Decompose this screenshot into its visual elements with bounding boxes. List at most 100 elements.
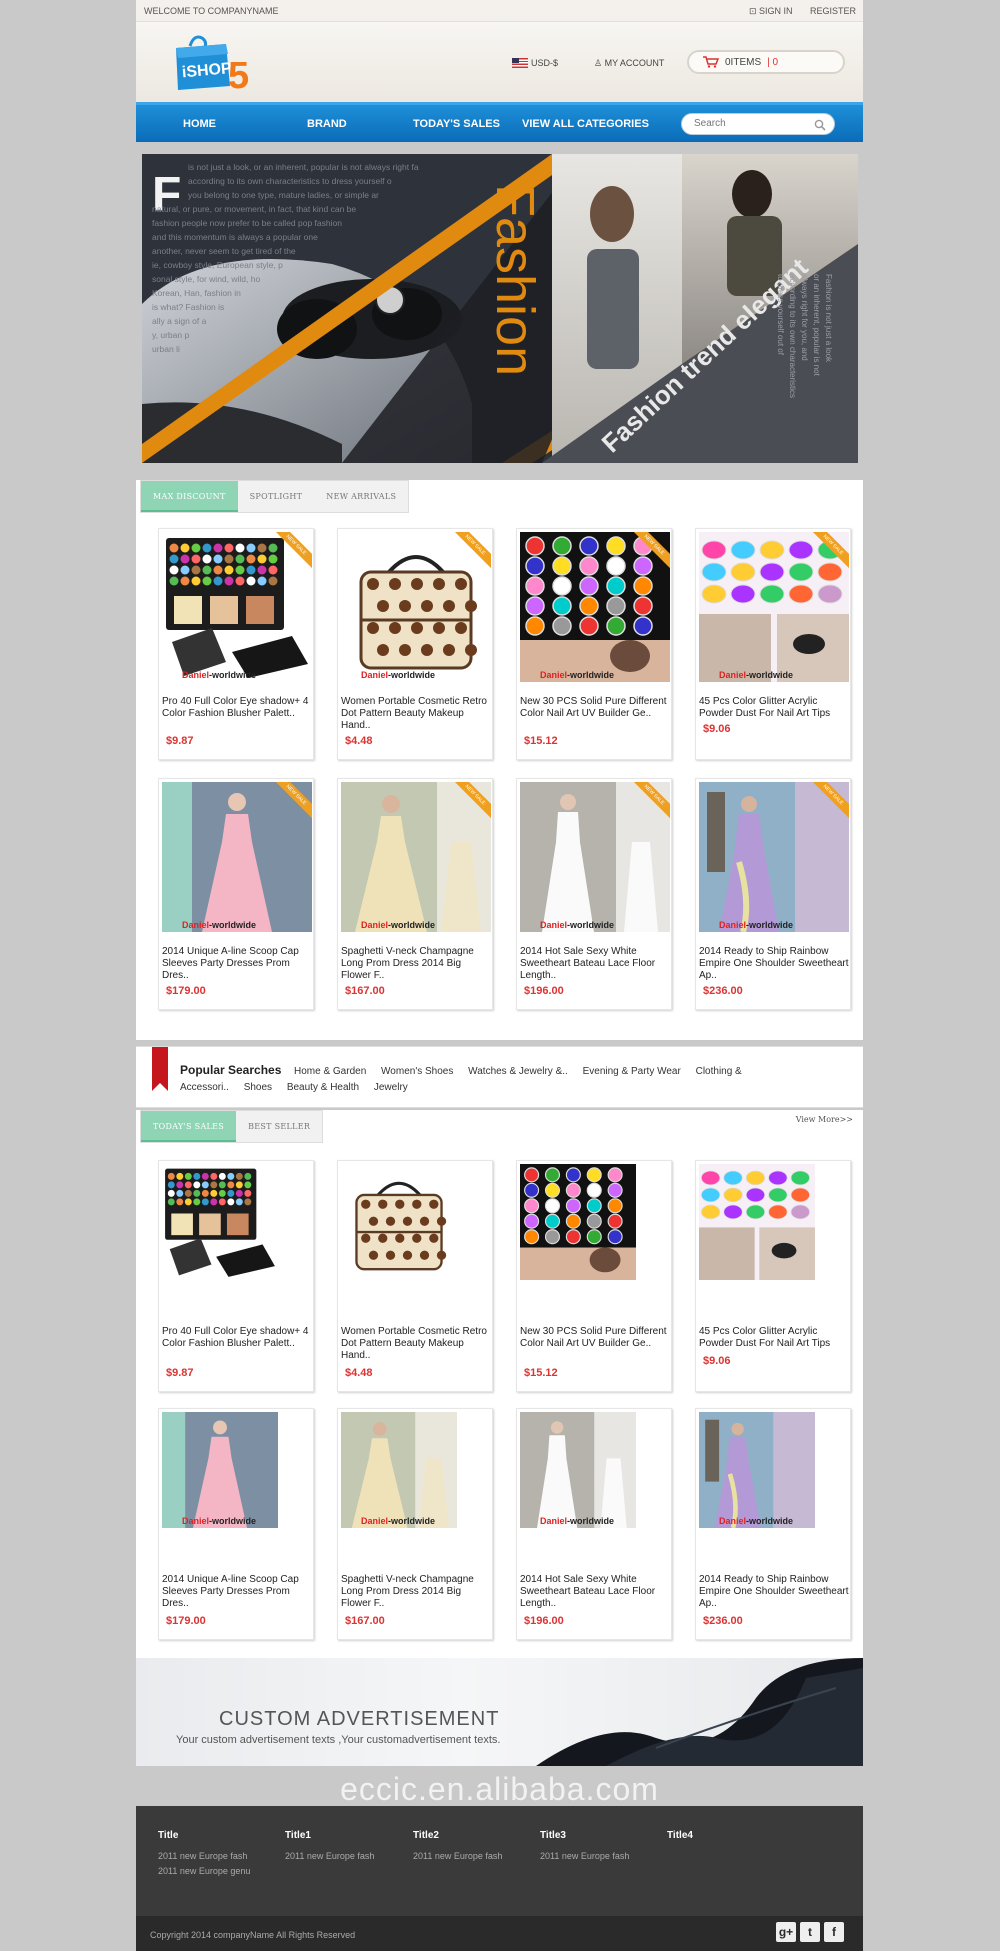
sign-in-link[interactable]: ⊡ SIGN IN <box>749 6 793 17</box>
banner-text-line: Korean, Han, fashion in <box>152 288 241 298</box>
facebook-icon[interactable]: f <box>824 1922 844 1942</box>
product-image[interactable]: Daniel-worldwide NEW SALE <box>699 532 849 682</box>
product-title[interactable]: 2014 Hot Sale Sexy White Sweetheart Bate… <box>520 946 670 982</box>
brand-watermark: Daniel-worldwide <box>719 1516 793 1526</box>
product-title[interactable]: 2014 Ready to Ship Rainbow Empire One Sh… <box>699 1574 849 1610</box>
popular-tag[interactable]: Home & Garden <box>294 1066 366 1077</box>
popular-tag[interactable]: Shoes <box>244 1082 272 1093</box>
register-link[interactable]: REGISTER <box>810 6 856 16</box>
popular-tag[interactable]: Evening & Party Wear <box>583 1066 681 1077</box>
cart-button[interactable]: 0ITEMS | 0 <box>687 50 845 74</box>
product-image[interactable]: Daniel-worldwide NEW SALE <box>162 782 312 932</box>
product-image[interactable]: Daniel-worldwide <box>341 1412 457 1528</box>
google-plus-icon[interactable]: g+ <box>776 1922 796 1942</box>
product-image[interactable]: Daniel-worldwide <box>520 1412 636 1528</box>
product-image[interactable]: Daniel-worldwide <box>162 1412 278 1528</box>
banner-text-line: you belong to one type, mature ladies, o… <box>188 190 379 200</box>
banner-fashion-word: Fashion <box>485 184 545 376</box>
product-image[interactable]: Daniel-worldwide NEW SALE <box>520 782 670 932</box>
product-title[interactable]: 2014 Unique A-line Scoop Cap Sleeves Par… <box>162 946 312 982</box>
product-card[interactable]: Daniel-worldwide NEW SALE 2014 Ready to Sh… <box>695 778 851 1010</box>
site-footer: Title 2011 new Europe fash 2011 new Euro… <box>136 1806 863 1916</box>
product-image[interactable]: Daniel-worldwide NEW SALE <box>699 782 849 932</box>
product-card[interactable]: Women Portable Cosmetic Retro Dot Patter… <box>337 1160 493 1392</box>
product-photo <box>520 532 670 682</box>
footer-link[interactable]: 2011 new Europe genu <box>158 1864 284 1879</box>
product-title[interactable]: Women Portable Cosmetic Retro Dot Patter… <box>341 1326 491 1362</box>
us-flag-icon <box>512 58 528 68</box>
product-card[interactable]: Daniel-worldwide NEW SALE 45 Pcs Color Gli… <box>695 528 851 760</box>
product-image[interactable]: Daniel-worldwide <box>699 1412 815 1528</box>
product-title[interactable]: Spaghetti V-neck Champagne Long Prom Dre… <box>341 946 491 982</box>
footer-link[interactable]: 2011 new Europe fash <box>285 1849 411 1864</box>
tab-todays-sales[interactable]: TODAY'S SALES <box>141 1111 237 1142</box>
product-title[interactable]: Pro 40 Full Color Eye shadow+ 4 Color Fa… <box>162 696 312 720</box>
banner-text-line: ie, cowboy style, European style, p <box>152 260 283 270</box>
product-image[interactable]: Daniel-worldwide NEW SALE <box>341 532 491 682</box>
shop-logo[interactable]: iSHOP 5 <box>168 32 252 97</box>
search-icon[interactable] <box>814 119 826 131</box>
popular-tag[interactable]: Beauty & Health <box>287 1082 359 1093</box>
view-more-link[interactable]: View More>> <box>796 1115 853 1124</box>
product-title[interactable]: 45 Pcs Color Glitter Acrylic Powder Dust… <box>699 1326 849 1350</box>
product-image[interactable] <box>520 1164 636 1280</box>
brand-watermark: Daniel-worldwide <box>540 920 614 930</box>
my-account-label: MY ACCOUNT <box>604 58 665 68</box>
product-card[interactable]: Daniel-worldwide 2014 Unique A-line Scoop… <box>158 1408 314 1640</box>
tab-best-seller[interactable]: BEST SELLER <box>236 1111 322 1142</box>
product-image[interactable]: Daniel-worldwide NEW SALE <box>162 532 312 682</box>
product-card[interactable]: Daniel-worldwide NEW SALE New 30 PCS Solid… <box>516 528 672 760</box>
footer-link[interactable]: 2011 new Europe fash <box>413 1849 539 1864</box>
product-price: $4.48 <box>345 1367 373 1379</box>
search-box <box>681 113 835 135</box>
product-card[interactable]: Daniel-worldwide Spaghetti V-neck Champag… <box>337 1408 493 1640</box>
product-title[interactable]: 45 Pcs Color Glitter Acrylic Powder Dust… <box>699 696 849 720</box>
hero-banner[interactable]: Fashion Fashion trend elegant F is not j… <box>142 154 858 463</box>
product-card[interactable]: Daniel-worldwide NEW SALE Women Portable C… <box>337 528 493 760</box>
product-card[interactable]: Daniel-worldwide 2014 Ready to Ship Rainb… <box>695 1408 851 1640</box>
nav-todays-sales[interactable]: TODAY'S SALES <box>413 118 500 130</box>
product-image[interactable] <box>162 1164 278 1280</box>
brand-watermark: Daniel-worldwide <box>540 1516 614 1526</box>
popular-tag[interactable]: Jewelry <box>374 1082 408 1093</box>
tab-max-discount[interactable]: MAX DISCOUNT <box>141 481 238 512</box>
tab-spotlight[interactable]: SPOTLIGHT <box>238 481 315 512</box>
nav-view-all-categories[interactable]: VIEW ALL CATEGORIES <box>522 118 649 130</box>
product-image[interactable] <box>699 1164 815 1280</box>
product-image[interactable]: Daniel-worldwide NEW SALE <box>341 782 491 932</box>
product-photo <box>520 1164 636 1280</box>
search-input[interactable] <box>694 118 804 129</box>
custom-ad-banner[interactable]: CUSTOM ADVERTISEMENT Your custom adverti… <box>136 1658 863 1766</box>
brand-suffix: -worldwide <box>567 1516 615 1526</box>
product-title[interactable]: 2014 Unique A-line Scoop Cap Sleeves Par… <box>162 1574 312 1610</box>
currency-selector[interactable]: USD-$ <box>512 58 558 68</box>
tab-new-arrivals[interactable]: NEW ARRIVALS <box>314 481 408 512</box>
product-card[interactable]: Daniel-worldwide NEW SALE Spaghetti V-neck… <box>337 778 493 1010</box>
product-title[interactable]: Spaghetti V-neck Champagne Long Prom Dre… <box>341 1574 491 1610</box>
product-card[interactable]: Daniel-worldwide NEW SALE 2014 Unique A-li… <box>158 778 314 1010</box>
product-card[interactable]: Daniel-worldwide NEW SALE 2014 Hot Sale Se… <box>516 778 672 1010</box>
product-image[interactable] <box>341 1164 457 1280</box>
product-title[interactable]: 2014 Ready to Ship Rainbow Empire One Sh… <box>699 946 849 982</box>
product-card[interactable]: 45 Pcs Color Glitter Acrylic Powder Dust… <box>695 1160 851 1392</box>
product-card[interactable]: Pro 40 Full Color Eye shadow+ 4 Color Fa… <box>158 1160 314 1392</box>
twitter-icon[interactable]: t <box>800 1922 820 1942</box>
product-card[interactable]: Daniel-worldwide NEW SALE Pro 40 Full Colo… <box>158 528 314 760</box>
product-image[interactable]: Daniel-worldwide NEW SALE <box>520 532 670 682</box>
product-title[interactable]: New 30 PCS Solid Pure Different Color Na… <box>520 1326 670 1350</box>
popular-tag[interactable]: Women's Shoes <box>381 1066 453 1077</box>
product-photo <box>341 532 491 682</box>
my-account-link[interactable]: ♙ MY ACCOUNT <box>594 58 664 69</box>
popular-tag[interactable]: Watches & Jewelry &.. <box>468 1066 568 1077</box>
product-title[interactable]: Pro 40 Full Color Eye shadow+ 4 Color Fa… <box>162 1326 312 1350</box>
footer-link[interactable]: 2011 new Europe fash <box>158 1849 284 1864</box>
product-title[interactable]: 2014 Hot Sale Sexy White Sweetheart Bate… <box>520 1574 670 1610</box>
brand-watermark: Daniel-worldwide <box>719 920 793 930</box>
product-card[interactable]: Daniel-worldwide 2014 Hot Sale Sexy White… <box>516 1408 672 1640</box>
footer-link[interactable]: 2011 new Europe fash <box>540 1849 666 1864</box>
product-title[interactable]: New 30 PCS Solid Pure Different Color Na… <box>520 696 670 720</box>
nav-brand[interactable]: BRAND <box>307 118 347 130</box>
nav-home[interactable]: HOME <box>183 118 216 130</box>
product-title[interactable]: Women Portable Cosmetic Retro Dot Patter… <box>341 696 491 732</box>
product-card[interactable]: New 30 PCS Solid Pure Different Color Na… <box>516 1160 672 1392</box>
